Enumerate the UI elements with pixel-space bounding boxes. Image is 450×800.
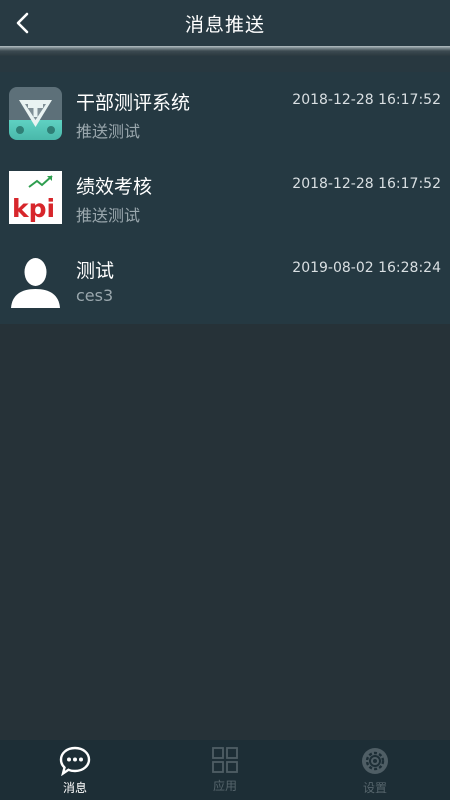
message-time: 2018-12-28 16:17:52 [292, 176, 441, 192]
list-top-gap [0, 56, 450, 72]
tab-label: 设置 [362, 781, 387, 795]
bottom-tab-bar: 消息 应用 设置 [0, 740, 450, 800]
page-title: 消息推送 [184, 13, 265, 36]
message-subtitle: 推送测试 [76, 122, 141, 141]
message-item-test[interactable]: 测试 ces3 2019-08-02 16:28:24 [0, 240, 450, 324]
message-time: 2018-12-28 16:17:52 [292, 92, 441, 108]
cadre-evaluation-app-icon [9, 87, 62, 140]
svg-text:kpi: kpi [12, 194, 55, 223]
message-item-kpi[interactable]: kpi 绩效考核 推送测试 2018-12-28 16:17:52 [0, 156, 450, 240]
message-subtitle: ces3 [76, 286, 114, 305]
tab-apps[interactable]: 应用 [150, 740, 300, 800]
tab-label: 应用 [212, 779, 237, 793]
back-button[interactable] [8, 8, 38, 38]
chevron-left-icon [16, 12, 29, 34]
user-silhouette-icon [9, 255, 62, 308]
tab-settings[interactable]: 设置 [300, 740, 450, 800]
top-bar: 消息推送 [0, 0, 450, 46]
message-title: 绩效考核 [76, 176, 153, 198]
tab-label: 消息 [62, 781, 87, 795]
chat-bubble-icon [59, 746, 91, 776]
message-title: 干部测评系统 [76, 92, 191, 114]
message-list: 干部测评系统 推送测试 2018-12-28 16:17:52 kpi 绩效考核… [0, 72, 450, 324]
grid-icon [212, 747, 238, 773]
tab-messages[interactable]: 消息 [0, 740, 150, 800]
kpi-app-icon: kpi [9, 171, 62, 224]
message-time: 2019-08-02 16:28:24 [292, 260, 441, 276]
gear-icon [362, 748, 388, 774]
message-item-cadre-evaluation[interactable]: 干部测评系统 推送测试 2018-12-28 16:17:52 [0, 72, 450, 156]
message-subtitle: 推送测试 [76, 206, 141, 225]
header-divider [0, 46, 450, 56]
message-title: 测试 [76, 260, 115, 282]
